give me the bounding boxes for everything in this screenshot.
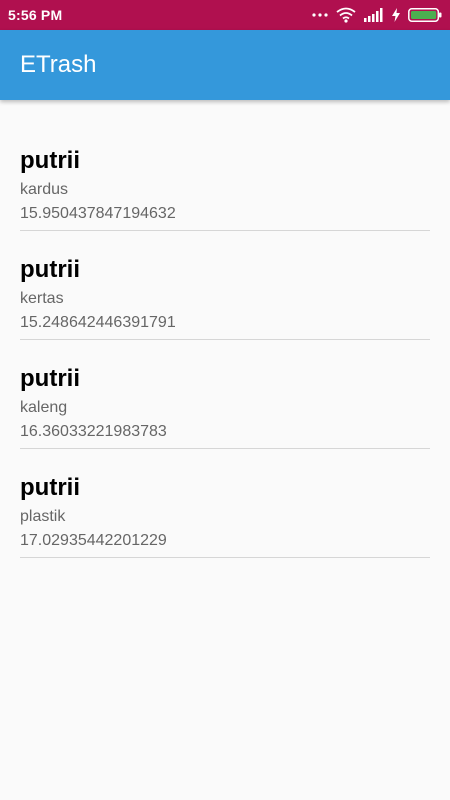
item-name: putrii (20, 365, 80, 392)
item-category: kaleng (20, 399, 68, 416)
list-item[interactable]: putrii kertas 15.248642446391791 (20, 255, 430, 340)
app-title: ETrash (20, 51, 97, 78)
list-item[interactable]: putrii kaleng 16.36033221983783 (20, 364, 430, 449)
item-value: 16.36033221983783 (20, 423, 167, 440)
item-value: 17.02935442201229 (20, 532, 167, 549)
item-name: putrii (20, 147, 80, 174)
more-dots-icon (312, 12, 328, 18)
item-category: kertas (20, 290, 64, 307)
item-value: 15.248642446391791 (20, 314, 176, 331)
status-bar: 5:56 PM (0, 0, 450, 30)
list-item[interactable]: putrii kardus 15.950437847194632 (20, 146, 430, 231)
status-time: 5:56 PM (8, 7, 63, 23)
app-bar: ETrash (0, 30, 450, 100)
list-item[interactable]: putrii plastik 17.02935442201229 (20, 473, 430, 558)
charging-icon (392, 8, 400, 22)
item-category: plastik (20, 508, 66, 525)
item-name: putrii (20, 474, 80, 501)
signal-icon (364, 8, 384, 22)
battery-icon (408, 8, 442, 22)
item-value: 15.950437847194632 (20, 205, 176, 222)
item-category: kardus (20, 181, 69, 198)
wifi-icon (336, 7, 356, 23)
item-name: putrii (20, 256, 80, 283)
trash-list: putrii kardus 15.950437847194632 putrii … (0, 100, 450, 558)
status-icons (312, 7, 442, 23)
